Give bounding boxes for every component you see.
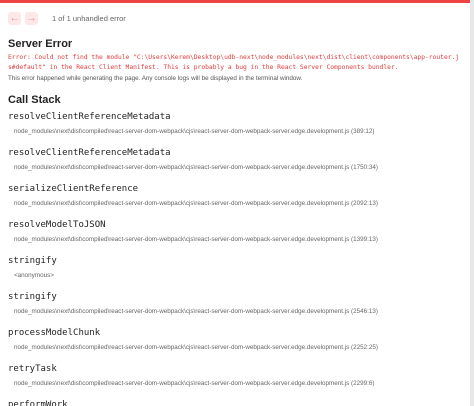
call-stack-title: Call Stack — [8, 94, 61, 106]
call-stack-list: resolveClientReferenceMetadata node_modu… — [8, 110, 462, 406]
arrow-right-icon[interactable]: → — [25, 11, 38, 25]
error-message: Error: Could not find the module "C:\Use… — [8, 54, 460, 71]
frame-function: stringify — [8, 292, 57, 302]
frame-function: processModelChunk — [8, 328, 101, 338]
stack-frame[interactable]: performWork — [8, 398, 462, 406]
frame-function: performWork — [8, 400, 68, 406]
frame-location[interactable]: node_modules\next\dist\compiled\react-se… — [8, 160, 462, 176]
frame-location[interactable]: node_modules\next\dist\compiled\react-se… — [8, 376, 462, 392]
frame-location[interactable]: node_modules\next\dist\compiled\react-se… — [8, 124, 462, 140]
stack-frame[interactable]: serializeClientReference node_modules\ne… — [8, 182, 462, 212]
dialog-body: Server Error Error: Could not find the m… — [0, 33, 470, 406]
stack-frame[interactable]: stringify <anonymous> — [8, 254, 462, 284]
error-dialog: ← → 1 of 1 unhandled error Server Error … — [0, 0, 470, 406]
frame-location: <anonymous> — [14, 272, 54, 279]
error-overlay: ← → 1 of 1 unhandled error Server Error … — [0, 0, 474, 406]
dialog-header: ← → 1 of 1 unhandled error — [0, 3, 470, 33]
stack-frame[interactable]: resolveModelToJSON node_modules\next\dis… — [8, 218, 462, 248]
stack-frame[interactable]: stringify node_modules\next\dist\compile… — [8, 290, 462, 320]
stack-frame[interactable]: resolveClientReferenceMetadata node_modu… — [8, 146, 462, 176]
arrow-left-icon[interactable]: ← — [8, 11, 21, 25]
scrollbar[interactable] — [470, 0, 474, 406]
error-note: This error happened while generating the… — [8, 75, 303, 82]
stack-frame[interactable]: processModelChunk node_modules\next\dist… — [8, 326, 462, 356]
frame-location[interactable]: node_modules\next\dist\compiled\react-se… — [8, 196, 462, 212]
stack-frame[interactable]: resolveClientReferenceMetadata node_modu… — [8, 110, 462, 140]
frame-function: serializeClientReference — [8, 184, 139, 194]
error-title: Server Error — [8, 38, 73, 50]
frame-location[interactable]: node_modules\next\dist\compiled\react-se… — [8, 232, 462, 248]
error-counter: 1 of 1 unhandled error — [52, 13, 126, 23]
frame-location[interactable]: node_modules\next\dist\compiled\react-se… — [8, 304, 462, 320]
frame-function: resolveModelToJSON — [8, 220, 106, 230]
stack-frame[interactable]: retryTask node_modules\next\dist\compile… — [8, 362, 462, 392]
frame-location[interactable]: node_modules\next\dist\compiled\react-se… — [8, 340, 462, 356]
frame-function: resolveClientReferenceMetadata — [8, 112, 171, 122]
frame-function: retryTask — [8, 364, 57, 374]
frame-function: stringify — [8, 256, 57, 266]
frame-function: resolveClientReferenceMetadata — [8, 148, 171, 158]
